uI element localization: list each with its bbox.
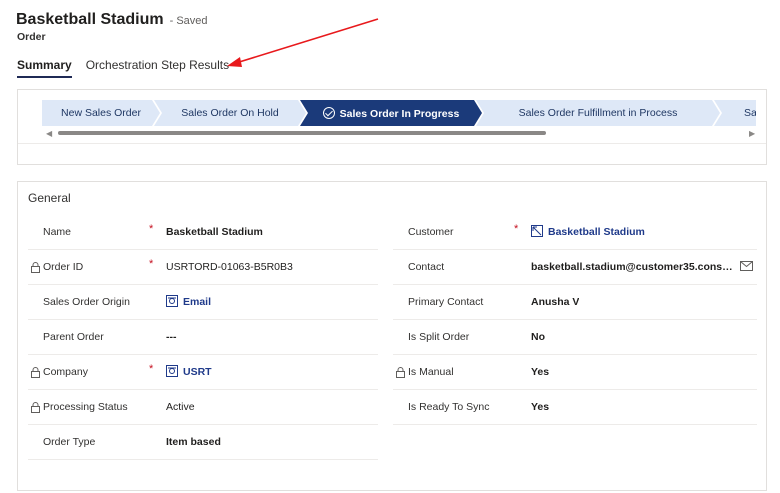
field-parent-order: Parent Order --- [28,320,378,355]
lock-icon [396,355,405,389]
annotation-arrow [227,18,379,67]
field-order-id: Order ID * USRTORD-01063-B5R0B3 [28,250,378,285]
section-title: General [28,191,71,205]
field-contact: Contact basketball.stadium@customer35.co… [393,250,757,285]
field-label: Customer [408,226,454,238]
required-marker: * [149,223,154,235]
field-label: Company [43,366,88,378]
field-company: Company * USRT [28,355,378,390]
processing-status-value: Active [166,401,195,413]
is-split-order-value[interactable]: No [531,320,545,354]
bpf-stage-sales-order-in-progress[interactable]: Sales Order In Progress [300,100,482,126]
lock-icon [31,250,40,284]
required-marker: * [149,258,154,270]
field-label: Is Manual [408,366,454,378]
order-type-value[interactable]: Item based [166,425,221,459]
send-email-icon[interactable] [740,261,753,274]
field-name: Name * Basketball Stadium [28,215,378,250]
scroll-right-icon[interactable]: ▶ [749,129,755,138]
field-order-type: Order Type Item based [28,425,378,460]
lock-icon [31,390,40,424]
divider [18,143,766,144]
bpf-scrollbar[interactable] [58,131,546,135]
checkmark-circle-icon [322,106,335,119]
field-processing-status: Processing Status Active [28,390,378,425]
primary-contact-value[interactable]: Anusha V [531,285,579,319]
field-label: Is Split Order [408,331,470,343]
field-label: Parent Order [43,331,104,343]
field-is-ready-to-sync: Is Ready To Sync Yes [393,390,757,425]
bpf-stage-track: New Sales Order Sales Order On Hold Sale… [42,100,756,126]
parent-order-value[interactable]: --- [166,320,177,354]
name-value[interactable]: Basketball Stadium [166,215,263,249]
order-id-value: USRTORD-01063-B5R0B3 [166,261,293,273]
company-link[interactable]: USRT [166,355,212,389]
bpf-stage-new-sales-order[interactable]: New Sales Order [42,100,160,126]
bpf-stage-next[interactable]: Sale [714,100,756,126]
field-customer: Customer * Basketball Stadium [393,215,757,250]
field-label: Order Type [43,436,96,448]
field-label: Order ID [43,261,84,273]
customer-link[interactable]: Basketball Stadium [531,215,645,249]
scroll-left-icon[interactable]: ◀ [46,129,52,138]
field-is-split-order: Is Split Order No [393,320,757,355]
lookup-icon [166,365,178,377]
required-marker: * [149,363,154,375]
account-icon [531,225,543,237]
contact-value[interactable]: basketball.stadium@customer35.consolid..… [531,250,737,284]
field-label: Primary Contact [408,296,484,308]
field-label: Processing Status [43,401,128,413]
lookup-icon [166,295,178,307]
field-label: Is Ready To Sync [408,401,490,413]
field-primary-contact: Primary Contact Anusha V [393,285,757,320]
business-process-flow: New Sales Order Sales Order On Hold Sale… [17,89,767,165]
field-label: Sales Order Origin [43,296,130,308]
is-ready-to-sync-value[interactable]: Yes [531,390,549,424]
general-section: General Name * Basketball Stadium Order … [17,181,767,491]
field-label: Name [43,226,72,238]
bpf-stage-fulfillment-in-process[interactable]: Sales Order Fulfillment in Process [476,100,720,126]
bpf-stage-sales-order-on-hold[interactable]: Sales Order On Hold [154,100,306,126]
field-is-manual: Is Manual Yes [393,355,757,390]
field-sales-order-origin: Sales Order Origin Email [28,285,378,320]
sales-order-origin-link[interactable]: Email [166,285,211,319]
required-marker: * [514,223,519,235]
lock-icon [31,355,40,389]
is-manual-value: Yes [531,366,550,378]
field-label: Contact [408,261,445,273]
